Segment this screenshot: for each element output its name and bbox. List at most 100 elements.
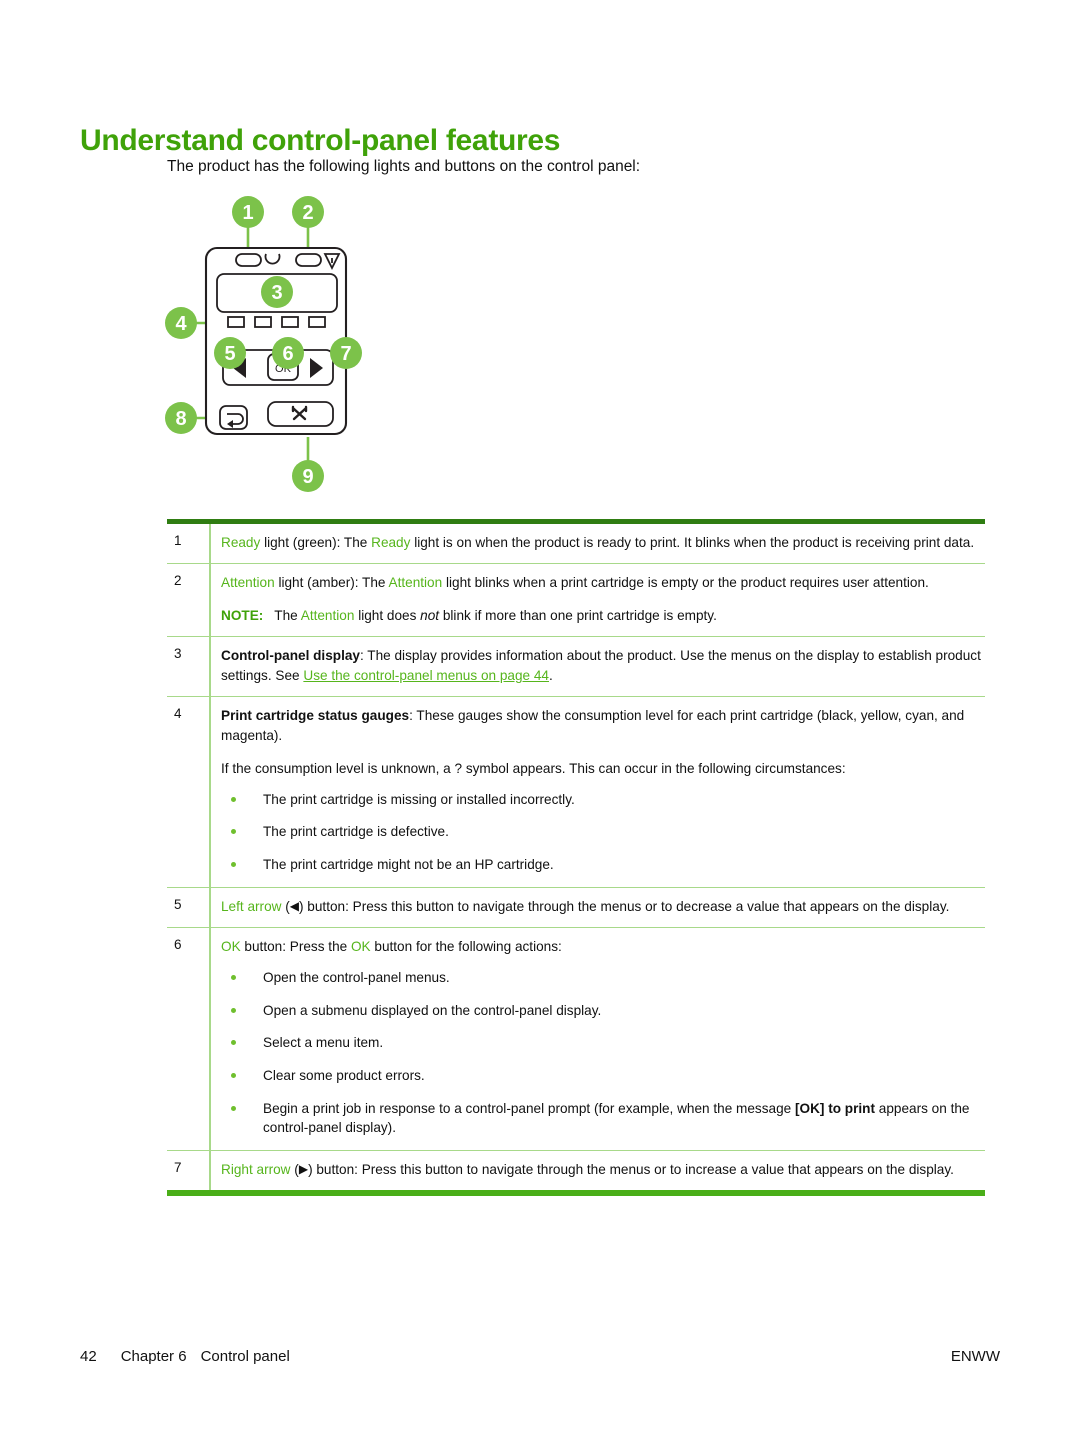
row-description: Ready light (green): The Ready light is … <box>209 524 985 563</box>
text-run: button for the following actions: <box>370 938 562 954</box>
highlight-term: OK <box>350 938 371 954</box>
emphasis-term: Print cartridge status gauges <box>221 707 410 723</box>
svg-text:7: 7 <box>340 343 351 365</box>
callout-badge-5: 5 <box>214 337 246 369</box>
bullet-item: Open a submenu displayed on the control-… <box>221 1001 985 1021</box>
row-number: 5 <box>174 896 182 912</box>
text-run: ( <box>281 898 290 914</box>
bullet-item: The print cartridge might not be an HP c… <box>221 855 985 875</box>
callout-badge-6: 6 <box>272 337 304 369</box>
bullet-item: The print cartridge is defective. <box>221 822 985 842</box>
arrow-glyph-icon: ▶ <box>298 1162 309 1177</box>
row-description: Print cartridge status gauges: These gau… <box>209 696 985 887</box>
control-panel-diagram: .lead { stroke:#7cc24a; stroke-width:2.6… <box>160 190 420 500</box>
table-row: 6 OK button: Press the OK button for the … <box>167 926 985 1151</box>
bullet-list: Open the control-panel menus. Open a subm… <box>221 968 985 1138</box>
table-row: 5 Left arrow (◀) button: Press this butto… <box>167 886 985 927</box>
bullet-list: The print cartridge is missing or instal… <box>221 790 985 875</box>
highlight-term: Attention <box>221 574 275 590</box>
text-run: The <box>274 607 301 623</box>
footer-section: Control panel <box>200 1348 290 1365</box>
page-title: Understand control-panel features <box>80 124 561 158</box>
callout-badge-4: 4 <box>165 307 197 339</box>
document-page: Understand control-panel features The pr… <box>0 0 1080 1437</box>
text-run: Begin a print job in response to a contr… <box>263 1100 795 1116</box>
row-primary-text: Print cartridge status gauges: These gau… <box>221 706 985 746</box>
text-run: light (green): The <box>260 535 372 550</box>
callout-badge-9: 9 <box>292 460 324 492</box>
page-footer: 42 Chapter 6 Control panel ENWW <box>80 1348 1000 1365</box>
note-label: NOTE: <box>221 607 264 623</box>
text-run: light blinks when a print cartridge is e… <box>442 574 929 590</box>
text-run: light is on when the product is ready to… <box>410 535 975 550</box>
highlight-term: OK <box>221 938 241 954</box>
row-description: Right arrow (▶) button: Press this butto… <box>209 1151 985 1190</box>
highlight-term: Ready <box>221 535 261 550</box>
bullet-item: Begin a print job in response to a contr… <box>221 1099 985 1138</box>
row-number: 7 <box>174 1160 182 1176</box>
row-primary-text: Attention light (amber): The Attention l… <box>221 573 985 593</box>
control-panel-feature-table: 1 Ready light (green): The Ready light is… <box>167 519 985 1196</box>
callout-badge-8: 8 <box>165 402 197 434</box>
svg-text:8: 8 <box>175 408 186 430</box>
cross-reference-link[interactable]: Use the control-panel menus on page 44 <box>303 668 549 683</box>
table-bottom-rule <box>167 1189 985 1196</box>
svg-text:5: 5 <box>224 343 235 365</box>
text-run: light (amber): The <box>274 574 389 590</box>
footer-chapter: Chapter 6 <box>120 1348 187 1365</box>
svg-text:3: 3 <box>271 282 282 304</box>
row-description: Control-panel display: The display provi… <box>209 636 985 696</box>
table-row: 3 Control-panel display: The display prov… <box>167 635 985 696</box>
highlight-term: Right arrow <box>221 1162 291 1178</box>
text-run: ( <box>290 1162 299 1178</box>
table-row: 7 Right arrow (▶) button: Press this butt… <box>167 1150 985 1190</box>
highlight-term: Left arrow <box>221 898 282 914</box>
footer-page-number: 42 <box>80 1348 97 1365</box>
row-number: 3 <box>174 645 182 661</box>
svg-text:6: 6 <box>282 343 293 365</box>
table-rows-container: 1 Ready light (green): The Ready light is… <box>167 524 985 1190</box>
row-number: 4 <box>174 705 182 721</box>
row-primary-text: OK button: Press the OK button for the f… <box>221 937 985 957</box>
text-run: ) button: Press this button to navigate … <box>308 1162 954 1178</box>
text-run: light does <box>354 607 421 623</box>
row-number: 6 <box>174 936 182 952</box>
bullet-item: Select a menu item. <box>221 1033 985 1053</box>
table-row: 4 Print cartridge status gauges: These ga… <box>167 695 985 887</box>
emphasis-term: Control-panel display <box>221 647 360 663</box>
row-description: Attention light (amber): The Attention l… <box>209 563 985 636</box>
callout-badge-2: 2 <box>292 196 324 228</box>
highlight-term: Attention <box>300 607 355 623</box>
highlight-term: Attention <box>388 574 443 590</box>
text-run: button: Press the <box>240 938 351 954</box>
highlight-term: Ready <box>371 535 411 550</box>
row-primary-text: Control-panel display: The display provi… <box>221 646 985 686</box>
text-run: blink if more than one print cartridge i… <box>439 607 717 623</box>
svg-text:4: 4 <box>175 313 187 335</box>
svg-text:1: 1 <box>242 202 253 224</box>
note-block: NOTE: The Attention light does not blink … <box>221 606 985 626</box>
row-description: Left arrow (◀) button: Press this button… <box>209 887 985 927</box>
svg-text:9: 9 <box>302 466 313 488</box>
bullet-item: The print cartridge is missing or instal… <box>221 790 985 810</box>
row-primary-text: Ready light (green): The Ready light is … <box>221 533 985 553</box>
row-secondary-text: If the consumption level is unknown, a ?… <box>221 760 846 776</box>
row-number: 2 <box>174 572 182 588</box>
callout-badge-7: 7 <box>330 337 362 369</box>
table-row: 1 Ready light (green): The Ready light is… <box>167 524 985 563</box>
footer-left: 42 Chapter 6 Control panel <box>80 1348 290 1365</box>
intro-paragraph: The product has the following lights and… <box>167 158 641 175</box>
text-run: . <box>548 667 553 683</box>
table-row: 2 Attention light (amber): The Attention … <box>167 562 985 636</box>
arrow-glyph-icon: ◀ <box>289 898 299 913</box>
footer-locale: ENWW <box>950 1348 1000 1365</box>
callout-badge-1: 1 <box>232 196 264 228</box>
row-primary-text: Left arrow (◀) button: Press this button… <box>221 897 985 917</box>
svg-text:2: 2 <box>302 202 313 224</box>
bullet-item: Clear some product errors. <box>221 1066 985 1086</box>
row-description: OK button: Press the OK button for the f… <box>209 927 985 1151</box>
text-run: ) button: Press this button to navigate … <box>299 898 950 914</box>
emphasis-term: [OK] to print <box>794 1100 875 1116</box>
italic-term: not <box>420 607 440 623</box>
row-number: 1 <box>174 533 182 548</box>
